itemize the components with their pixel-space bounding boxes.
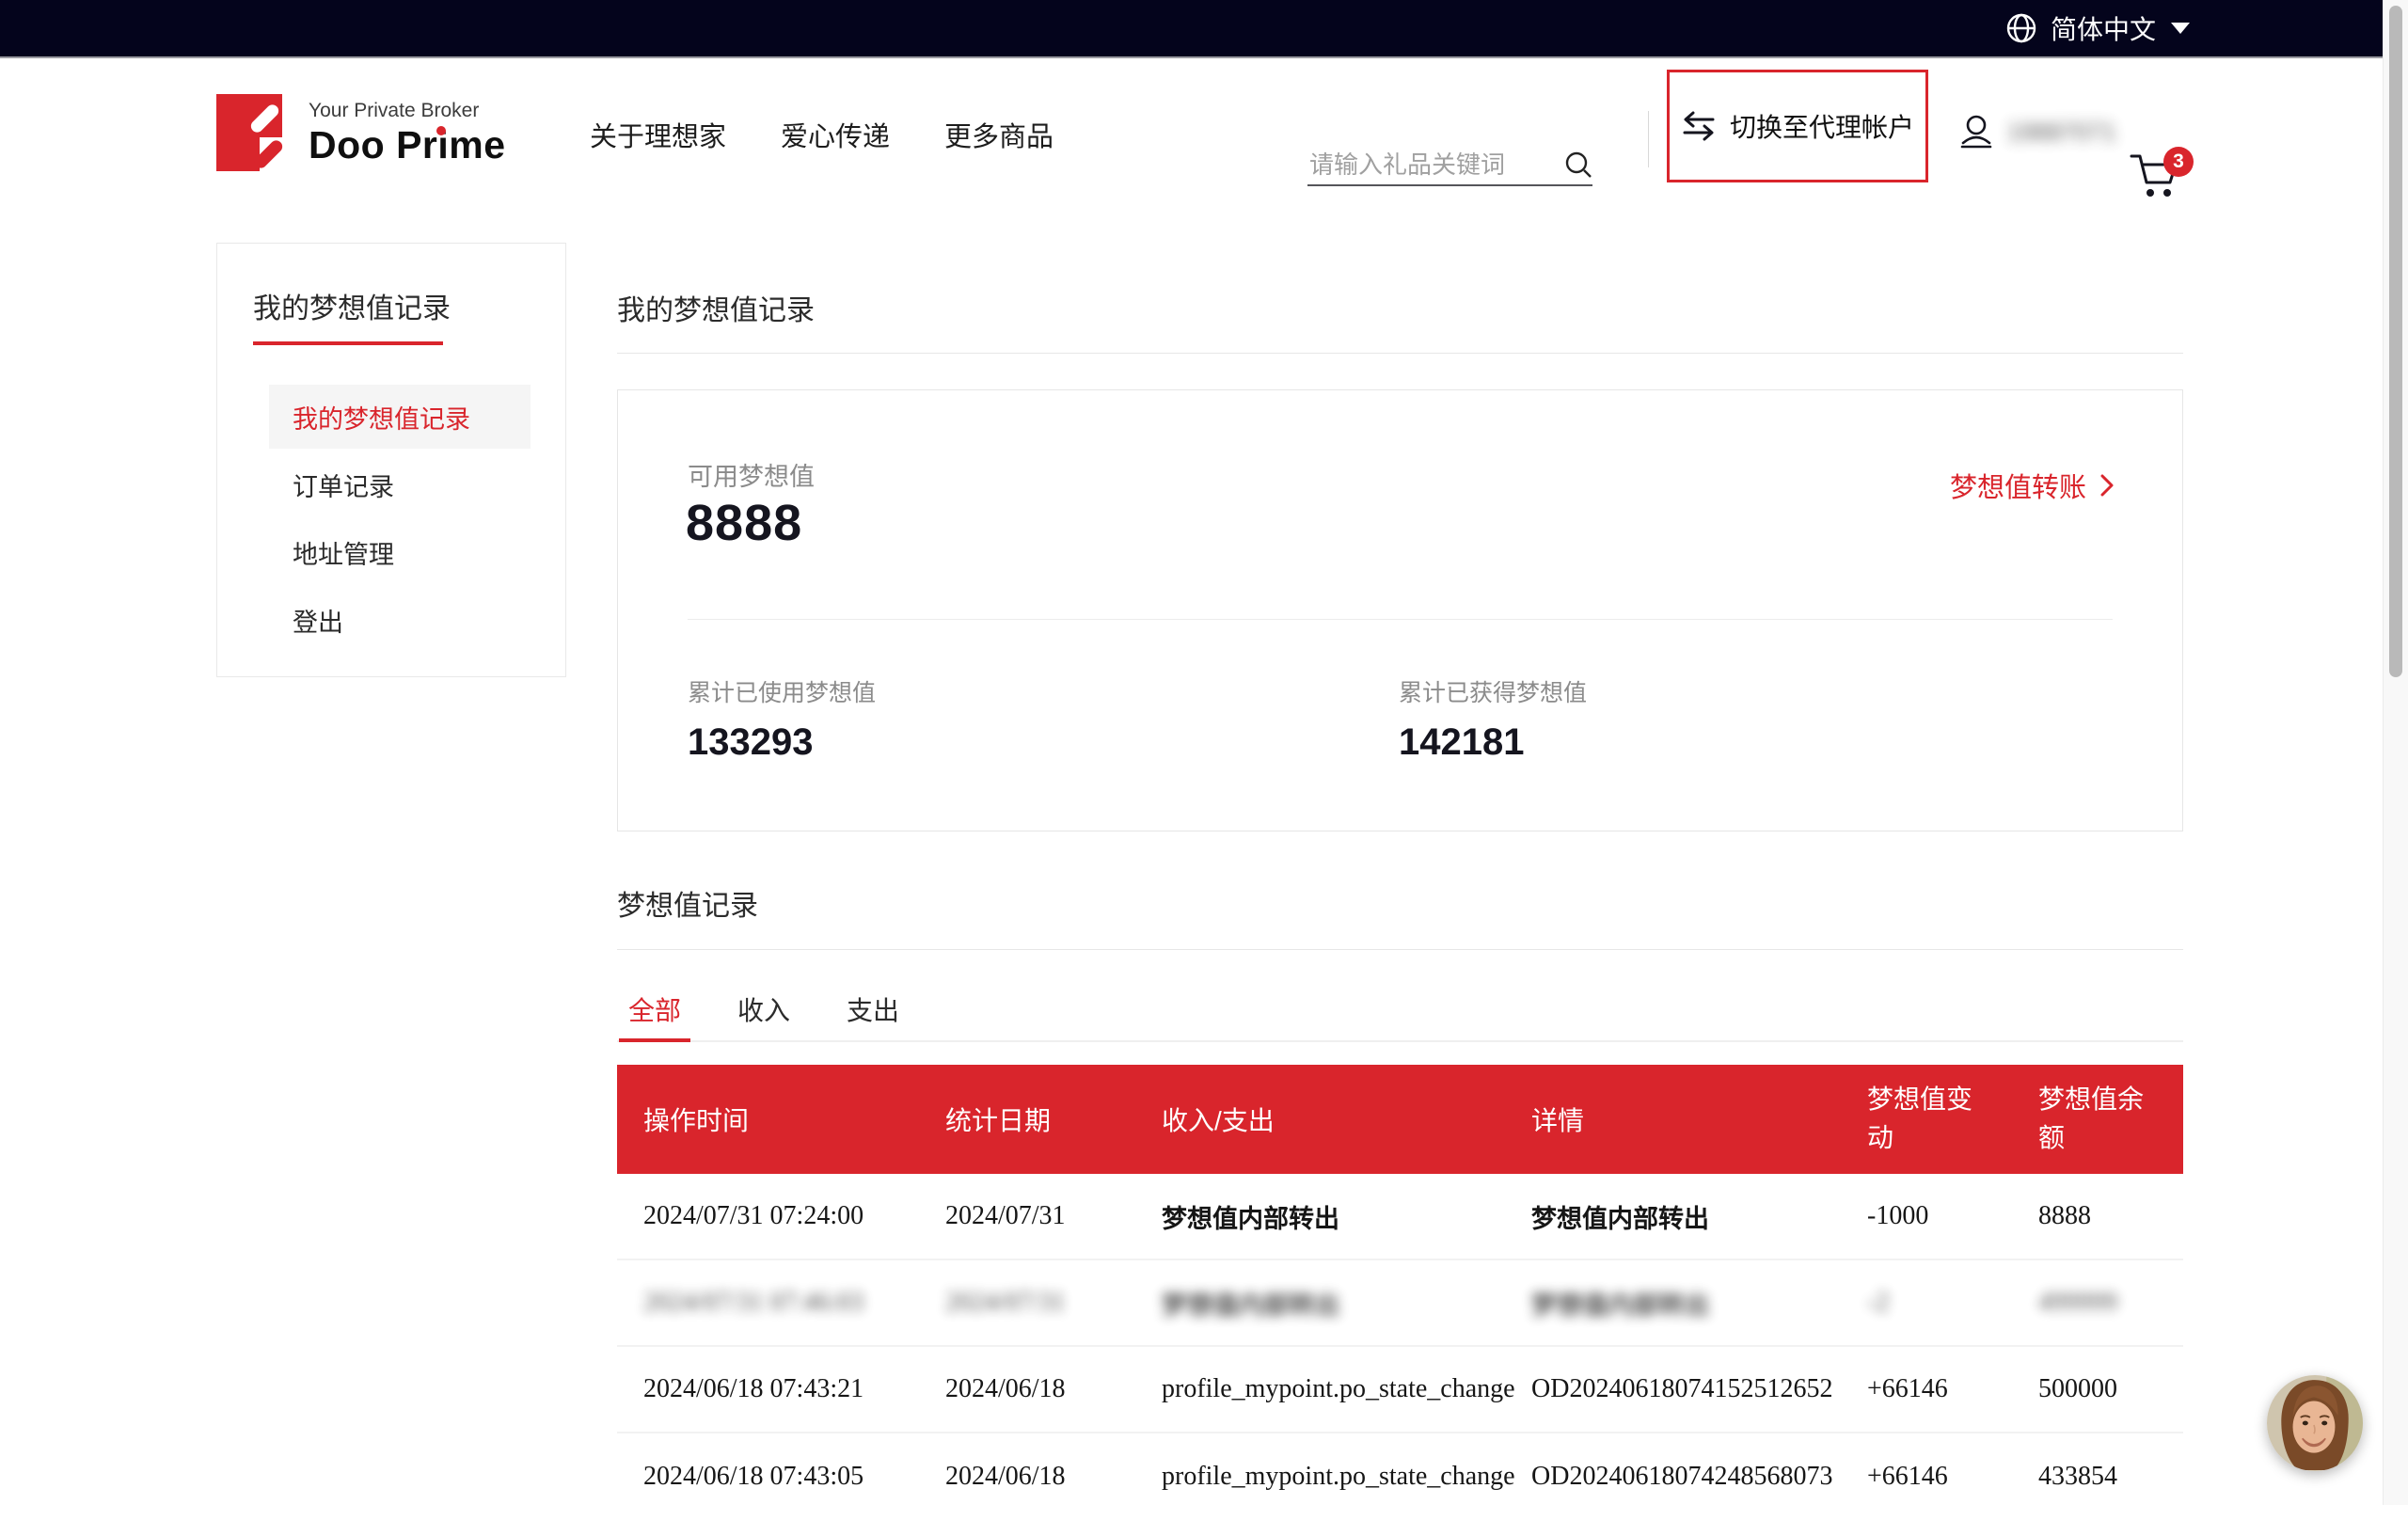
- col-header-operation-time: 操作时间: [643, 1100, 945, 1138]
- sidebar-item-order-records[interactable]: 订单记录: [269, 452, 531, 516]
- sidebar-item-my-dream-points[interactable]: 我的梦想值记录: [269, 385, 531, 449]
- sidebar-title: 我的梦想值记录: [253, 285, 565, 326]
- scrollbar-track[interactable]: [2383, 0, 2408, 1505]
- user-account[interactable]: 19887071: [1958, 113, 2116, 150]
- cart-button[interactable]: 3: [2128, 150, 2212, 222]
- tab-expense[interactable]: 支出: [845, 978, 901, 1040]
- search-box: [1307, 145, 1592, 186]
- logo[interactable]: Your Private Broker Doo Prime: [216, 94, 506, 171]
- sidebar-menu: 我的梦想值记录 订单记录 地址管理 登出: [217, 385, 565, 652]
- col-header-points-balance: 梦想值余额: [2038, 1081, 2183, 1157]
- records-tabs: 全部 收入 支出: [617, 978, 2183, 1042]
- language-label: 简体中文: [2051, 9, 2156, 47]
- points-transfer-link[interactable]: 梦想值转账: [1950, 466, 2115, 505]
- card-inner-divider: [688, 619, 2113, 620]
- nav-item-about[interactable]: 关于理想家: [590, 115, 726, 154]
- user-icon: [1958, 113, 1994, 150]
- nav-item-charity[interactable]: 爱心传递: [781, 115, 890, 154]
- language-selector[interactable]: 简体中文: [2005, 0, 2190, 56]
- available-points-value: 8888: [686, 494, 802, 552]
- page-title-divider: [617, 353, 2183, 354]
- logo-tagline: Your Private Broker: [309, 100, 506, 122]
- doo-prime-logo-icon: [216, 94, 290, 171]
- used-points-value: 133293: [688, 721, 876, 764]
- logo-i-dot: [436, 126, 446, 135]
- header-divider: [1648, 111, 1649, 167]
- sidebar-title-underline: [253, 341, 443, 345]
- used-points-label: 累计已使用梦想值: [688, 674, 876, 708]
- page-title: 我的梦想值记录: [617, 287, 815, 328]
- records-title-divider: [617, 949, 2183, 950]
- col-header-income-expense: 收入/支出: [1162, 1100, 1531, 1138]
- earned-points-value: 142181: [1399, 721, 1587, 764]
- earned-points-stat: 累计已获得梦想值 142181: [1399, 674, 1587, 764]
- nav-item-more-products[interactable]: 更多商品: [944, 115, 1054, 154]
- caret-down-icon: [2171, 23, 2190, 34]
- available-points-label: 可用梦想值: [688, 456, 815, 493]
- chevron-right-icon: [2099, 473, 2115, 498]
- table-row: 2024/06/18 07:43:05 2024/06/18 profile_m…: [617, 1433, 2183, 1520]
- chat-avatar[interactable]: [2267, 1375, 2363, 1471]
- sidebar-item-logout[interactable]: 登出: [269, 588, 531, 652]
- chat-avatar-image: [2267, 1375, 2363, 1471]
- logo-brand: Doo Prime: [309, 124, 506, 166]
- table-row: 2024/07/31 07:24:00 2024/07/31 梦想值内部转出 梦…: [617, 1174, 2183, 1260]
- search-input[interactable]: [1307, 150, 1551, 181]
- earned-points-label: 累计已获得梦想值: [1399, 674, 1587, 708]
- swap-icon: [1681, 111, 1717, 141]
- col-header-detail: 详情: [1531, 1100, 1867, 1138]
- main-nav: 关于理想家 爱心传递 更多商品: [590, 115, 1054, 154]
- logo-text: Your Private Broker Doo Prime: [309, 94, 506, 166]
- tab-all[interactable]: 全部: [626, 978, 683, 1040]
- used-points-stat: 累计已使用梦想值 133293: [688, 674, 876, 764]
- search-icon[interactable]: [1564, 150, 1592, 179]
- tab-income[interactable]: 收入: [736, 978, 792, 1040]
- username-blurred: 19887071: [2007, 118, 2116, 147]
- page: 简体中文 Your Private Broker Doo Prime 关于理想家…: [0, 0, 2408, 1505]
- cart-count-badge: 3: [2163, 147, 2194, 177]
- scrollbar-thumb[interactable]: [2389, 6, 2402, 677]
- col-header-stat-date: 统计日期: [945, 1100, 1162, 1138]
- header: Your Private Broker Doo Prime 关于理想家 爱心传递…: [0, 58, 2408, 243]
- table-row-blurred: 2024/07/31 07:46:03 2024/07/31 梦想值内部转出 梦…: [617, 1260, 2183, 1347]
- topbar: 简体中文: [0, 0, 2408, 58]
- switch-account-label: 切换至代理帐户: [1730, 107, 1914, 145]
- globe-icon: [2005, 12, 2037, 44]
- switch-to-agent-account-button[interactable]: 切换至代理帐户: [1667, 70, 1928, 182]
- records-table: 操作时间 统计日期 收入/支出 详情 梦想值变动 梦想值余额 2024/07/3…: [617, 1065, 2183, 1520]
- records-section-title: 梦想值记录: [617, 882, 758, 924]
- table-row: 2024/06/18 07:43:21 2024/06/18 profile_m…: [617, 1347, 2183, 1433]
- dream-points-summary-card: 可用梦想值 8888 梦想值转账 累计已使用梦想值 133293 累计已获得梦想…: [617, 389, 2183, 831]
- table-header-row: 操作时间 统计日期 收入/支出 详情 梦想值变动 梦想值余额: [617, 1065, 2183, 1174]
- sidebar-item-address-management[interactable]: 地址管理: [269, 520, 531, 584]
- sidebar: 我的梦想值记录 我的梦想值记录 订单记录 地址管理 登出: [216, 243, 566, 677]
- col-header-points-change: 梦想值变动: [1867, 1081, 2038, 1157]
